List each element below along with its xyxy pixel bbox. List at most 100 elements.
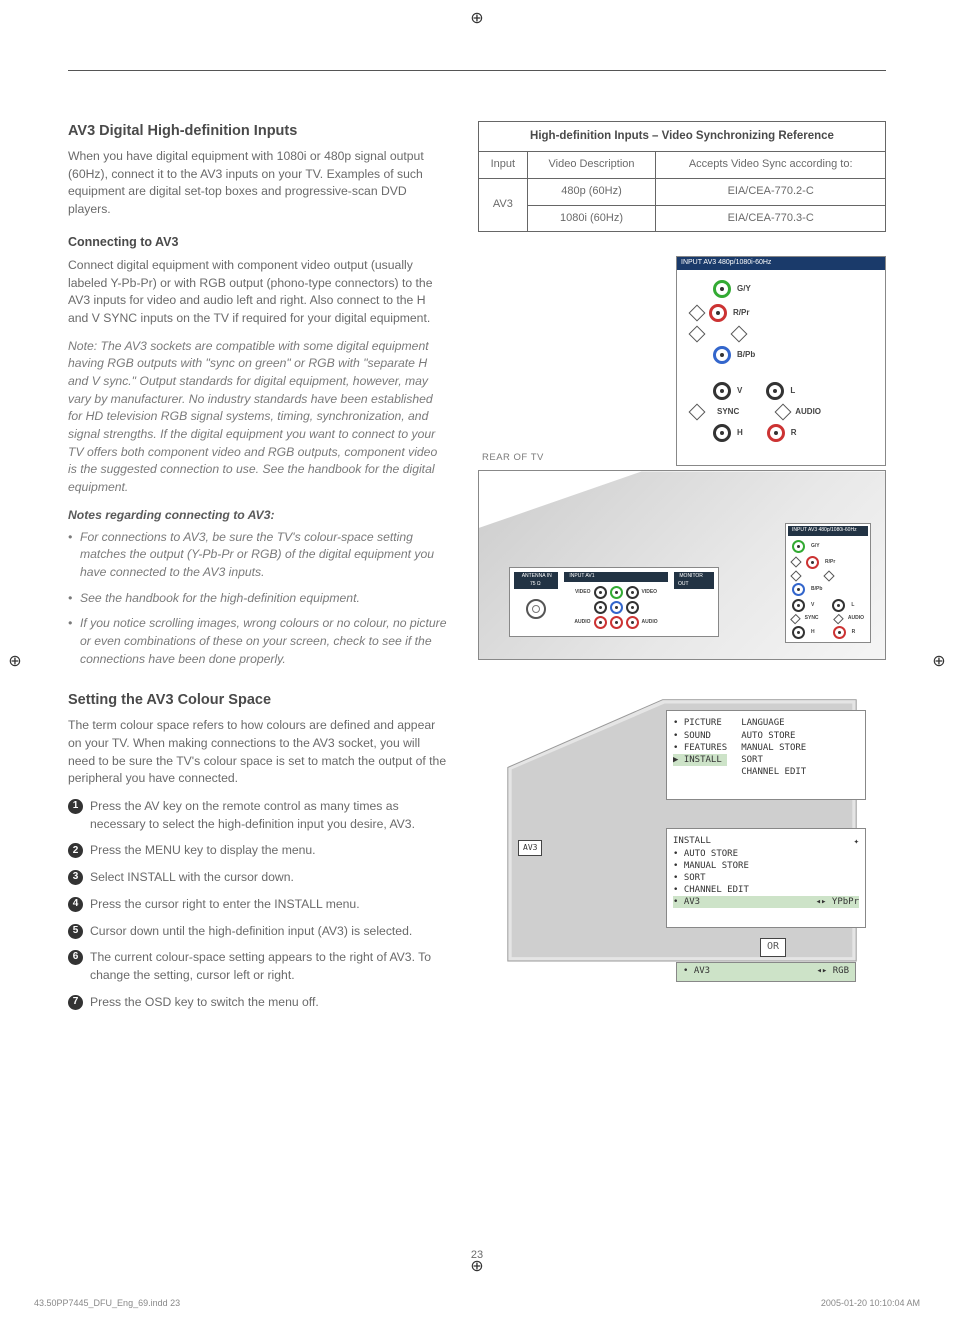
rca-jack-icon (713, 424, 731, 442)
section1-title: AV3 Digital High-definition Inputs (68, 121, 448, 142)
jack-label: B/Pb (737, 349, 755, 361)
osd-menu-item: • SORT (673, 872, 859, 884)
osd-menu-item-selected: • AV3 (683, 965, 710, 978)
step-number-icon: 6 (68, 950, 83, 965)
jack-label: H (737, 427, 743, 439)
step-item: 3Select INSTALL with the cursor down. (68, 869, 448, 887)
hex-screw-icon (689, 325, 706, 342)
osd-menu-diagram: AV3 • PICTURE • SOUND • FEATURES ▶ INSTA… (478, 690, 886, 990)
rca-jack-green-icon (792, 540, 805, 553)
section2-title: Setting the AV3 Colour Space (68, 690, 448, 711)
tv-back-panel-diagram: ANTENNA IN 75 Ω INPUT AV1 VIDEO (478, 470, 886, 660)
osd-menu-item: LANGUAGE (741, 717, 806, 729)
hex-screw-icon (790, 614, 800, 624)
osd-menu-item: • MANUAL STORE (673, 860, 859, 872)
or-label: OR (760, 938, 786, 957)
page-number: 23 (471, 1248, 483, 1264)
rca-jack-icon (713, 382, 731, 400)
osd-menu-value: ◂▸ RGB (816, 965, 849, 978)
rca-jack-red-icon (709, 304, 727, 322)
connecting-para: Connect digital equipment with component… (68, 257, 448, 328)
step-number-icon: 2 (68, 843, 83, 858)
osd-menu-item: SORT (741, 754, 806, 766)
jack-label: R/Pr (733, 307, 749, 319)
diagram-title-bar: INPUT AV3 480p/1080i-60Hz (677, 257, 885, 269)
table-cell: 480p (60Hz) (527, 178, 656, 205)
rca-jack-icon (594, 586, 607, 599)
av3-connector-diagram: INPUT AV3 480p/1080i-60Hz G/Y R/Pr B/Pb … (676, 256, 886, 466)
note-item: For connections to AV3, be sure the TV's… (68, 529, 448, 582)
hex-screw-icon (775, 403, 792, 420)
rca-jack-red-icon (806, 556, 819, 569)
table-header: Input (479, 151, 528, 178)
osd-menu-item: • SOUND (673, 730, 727, 742)
table-cell: EIA/CEA-770.2-C (656, 178, 886, 205)
note-item: If you notice scrolling images, wrong co… (68, 615, 448, 668)
rca-jack-red-icon (594, 616, 607, 629)
step-number-icon: 5 (68, 924, 83, 939)
rear-of-tv-label: REAR OF TV (482, 451, 670, 465)
step-item: 6The current colour-space setting appear… (68, 949, 448, 984)
jack-label: R (791, 427, 797, 439)
footer-left: 43.50PP7445_DFU_Eng_69.indd 23 (34, 1297, 180, 1310)
hex-screw-icon (823, 570, 834, 581)
rca-jack-red-icon (626, 616, 639, 629)
rca-jack-icon (594, 601, 607, 614)
section2-intro: The term colour space refers to how colo… (68, 717, 448, 788)
table-header: Video Description (527, 151, 656, 178)
table-cell: EIA/CEA-770.3-C (656, 205, 886, 232)
hex-screw-icon (790, 557, 801, 568)
notes-heading: Notes regarding connecting to AV3: (68, 507, 448, 525)
rca-jack-green-icon (713, 280, 731, 298)
osd-menu-item: MANUAL STORE (741, 742, 806, 754)
table-cell: 1080i (60Hz) (527, 205, 656, 232)
hex-screw-icon (833, 614, 843, 624)
rca-jack-icon (832, 599, 845, 612)
hex-screw-icon (689, 403, 706, 420)
step-item: 2Press the MENU key to display the menu. (68, 842, 448, 860)
note-item: See the handbook for the high-definition… (68, 590, 448, 608)
step-number-icon: 7 (68, 995, 83, 1010)
osd-menu-item-selected: ▶ INSTALL (673, 754, 727, 766)
rca-jack-green-icon (610, 586, 623, 599)
av3-badge: AV3 (518, 840, 542, 856)
rca-jack-red-icon (767, 424, 785, 442)
osd-menu-item: • PICTURE (673, 717, 727, 729)
table-caption: High-definition Inputs – Video Synchroni… (479, 122, 886, 152)
section1-intro: When you have digital equipment with 108… (68, 148, 448, 219)
connecting-subhead: Connecting to AV3 (68, 233, 448, 251)
osd-menu-item: CHANNEL EDIT (741, 766, 806, 778)
hex-screw-icon (790, 570, 801, 581)
osd-menu-item: • AUTO STORE (673, 848, 859, 860)
rca-jack-blue-icon (610, 601, 623, 614)
osd-menu-value: ◂▸ YPbPr (816, 896, 859, 908)
rca-jack-icon (766, 382, 784, 400)
jack-label: V (737, 385, 742, 397)
top-rule (68, 70, 886, 71)
rca-jack-icon (792, 626, 805, 639)
footer-right: 2005-01-20 10:10:04 AM (821, 1297, 920, 1310)
step-item: 7Press the OSD key to switch the menu of… (68, 994, 448, 1012)
step-number-icon: 1 (68, 799, 83, 814)
osd-menu-item: AUTO STORE (741, 730, 806, 742)
osd-menu-item: • CHANNEL EDIT (673, 884, 859, 896)
step-item: 1Press the AV key on the remote control … (68, 798, 448, 833)
rca-jack-red-icon (610, 616, 623, 629)
rca-jack-icon (626, 601, 639, 614)
step-item: 4Press the cursor right to enter the INS… (68, 896, 448, 914)
rca-jack-icon (626, 586, 639, 599)
jack-label: AUDIO (795, 406, 821, 418)
step-item: 5Cursor down until the high-definition i… (68, 923, 448, 941)
jack-label: L (790, 385, 795, 397)
table-cell: AV3 (479, 178, 528, 232)
jack-label: SYNC (717, 406, 739, 418)
osd-menu-item-selected: • AV3 (673, 896, 700, 908)
jack-label: G/Y (737, 283, 751, 295)
osd-menu-item: • FEATURES (673, 742, 727, 754)
sync-reference-table: High-definition Inputs – Video Synchroni… (478, 121, 886, 232)
rca-jack-blue-icon (792, 583, 805, 596)
hex-screw-icon (689, 304, 706, 321)
coax-antenna-icon (526, 599, 546, 619)
note-para: Note: The AV3 sockets are compatible wit… (68, 338, 448, 497)
rca-jack-red-icon (833, 626, 846, 639)
